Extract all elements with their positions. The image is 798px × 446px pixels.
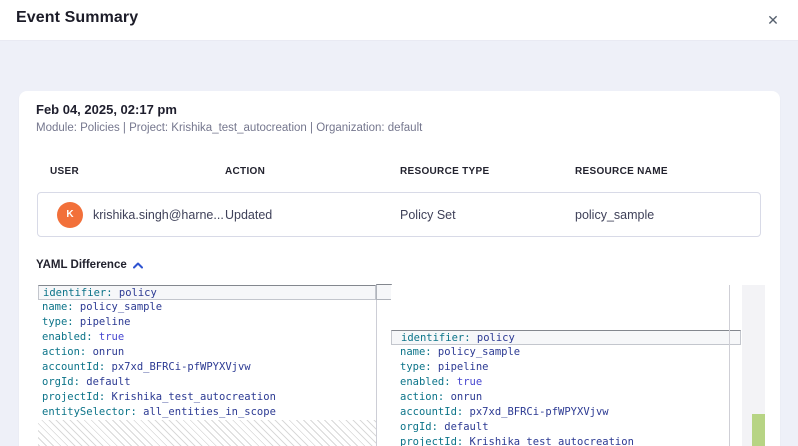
column-header: ACTION — [225, 166, 400, 177]
table-row: K krishika.singh@harne... Updated Policy… — [37, 192, 761, 237]
yaml-line: type: pipeline — [38, 315, 376, 330]
yaml-difference-toggle[interactable]: YAML Difference — [36, 256, 143, 274]
resource-name-cell: policy_sample — [575, 208, 760, 222]
yaml-line: projectId: Krishika_test_autocreation — [391, 435, 741, 446]
yaml-line: orgId: default — [391, 420, 741, 435]
column-header: USER — [50, 166, 225, 177]
user-cell: K krishika.singh@harne... — [57, 202, 225, 228]
avatar: K — [57, 202, 83, 228]
table-header: USERACTIONRESOURCE TYPERESOURCE NAME — [50, 166, 762, 177]
yaml-diff-right-pane[interactable]: identifier: policyname: policy_sampletyp… — [391, 285, 741, 446]
diff-overview-ruler[interactable] — [742, 285, 765, 446]
yaml-line: enabled: true — [38, 330, 376, 345]
yaml-line: action: onrun — [38, 345, 376, 360]
modal-body: Feb 04, 2025, 02:17 pm Module: Policies … — [0, 41, 798, 446]
resource-type-cell: Policy Set — [400, 208, 575, 222]
diff-missing-lines-hatch — [38, 420, 376, 446]
chevron-up-icon — [133, 256, 143, 274]
yaml-diff-left-pane[interactable]: identifier: policyname: policy_sampletyp… — [38, 285, 376, 446]
close-icon[interactable]: ✕ — [762, 9, 784, 31]
yaml-line: orgId: default — [38, 375, 376, 390]
action-cell: Updated — [225, 208, 400, 222]
yaml-line: type: pipeline — [391, 360, 741, 375]
yaml-line: accountId: px7xd_BFRCi-pfWPYXVjvw — [38, 360, 376, 375]
yaml-line: enabled: true — [391, 375, 741, 390]
event-summary-modal: Event Summary ✕ Feb 04, 2025, 02:17 pm M… — [0, 0, 798, 446]
diff-divider-first-line-box — [376, 284, 392, 300]
yaml-line: projectId: Krishika_test_autocreation — [38, 390, 376, 405]
yaml-line: entitySelector: all_entities_in_scope — [38, 405, 376, 420]
right-pane-scrollbar-track — [729, 285, 730, 446]
modal-header: Event Summary ✕ — [0, 0, 798, 41]
event-context: Module: Policies | Project: Krishika_tes… — [36, 122, 422, 134]
yaml-line: accountId: px7xd_BFRCi-pfWPYXVjvw — [391, 405, 741, 420]
event-card: Feb 04, 2025, 02:17 pm Module: Policies … — [19, 91, 780, 446]
column-header: RESOURCE NAME — [575, 166, 762, 177]
yaml-diff-view: identifier: policyname: policy_sampletyp… — [19, 285, 780, 446]
yaml-line: name: policy_sample — [38, 300, 376, 315]
diff-pane-divider — [376, 285, 377, 446]
column-header: RESOURCE TYPE — [400, 166, 575, 177]
diff-inserted-marker — [752, 414, 765, 446]
page-title: Event Summary — [16, 9, 138, 27]
yaml-line: identifier: policy — [391, 330, 741, 345]
yaml-line: identifier: policy — [38, 285, 376, 300]
event-timestamp: Feb 04, 2025, 02:17 pm — [36, 102, 177, 117]
yaml-difference-label: YAML Difference — [36, 259, 127, 271]
yaml-line: action: onrun — [391, 390, 741, 405]
yaml-line: name: policy_sample — [391, 345, 741, 360]
user-email: krishika.singh@harne... — [93, 208, 224, 222]
